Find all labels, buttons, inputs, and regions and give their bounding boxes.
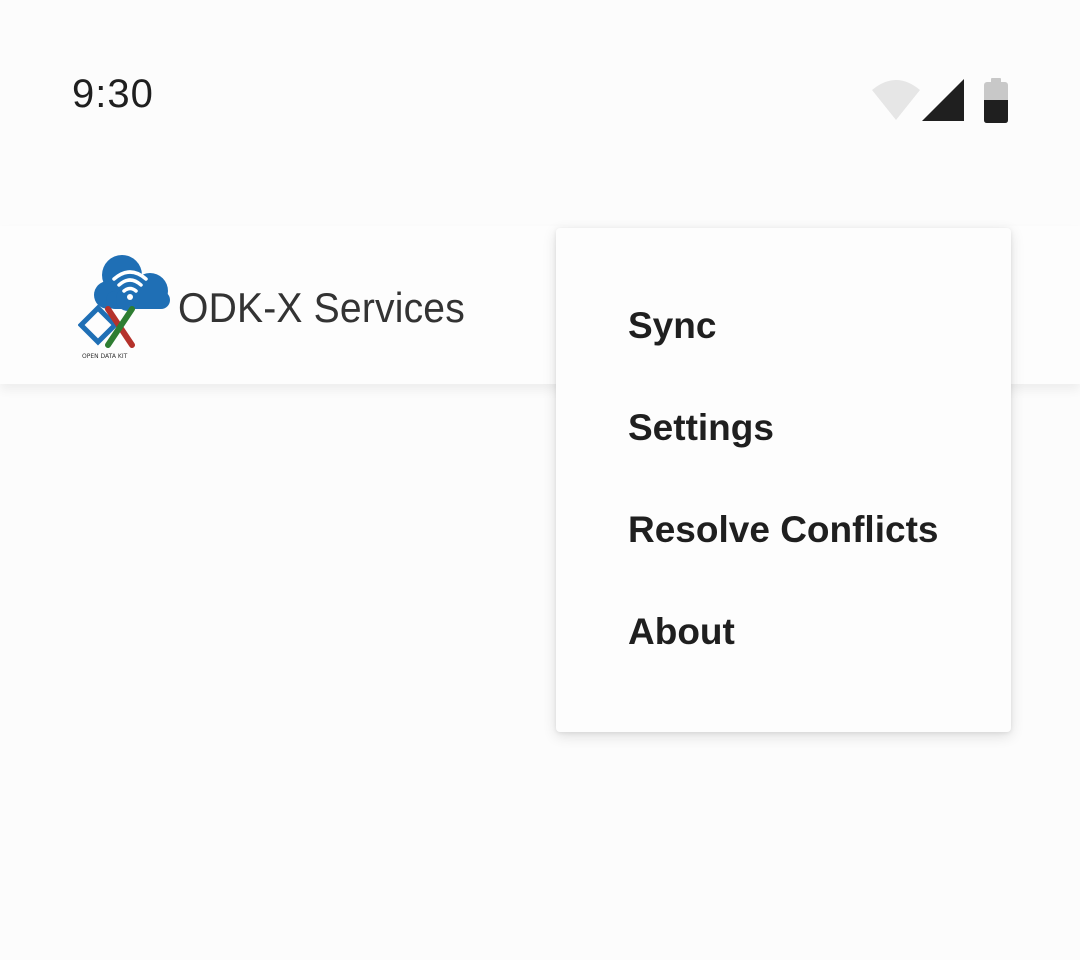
menu-item-settings[interactable]: Settings xyxy=(556,377,1011,479)
battery-icon xyxy=(984,78,1008,123)
status-bar: 9:30 xyxy=(0,0,1080,190)
status-icons xyxy=(870,78,1010,124)
app-title: ODK-X Services xyxy=(178,284,465,331)
menu-item-resolve-conflicts[interactable]: Resolve Conflicts xyxy=(556,479,1011,581)
odk-x-logo-icon: OPEN DATA KIT xyxy=(78,255,170,360)
wifi-icon xyxy=(872,80,920,120)
cell-signal-icon xyxy=(922,79,964,121)
menu-item-about[interactable]: About xyxy=(556,581,1011,683)
overflow-menu: Sync Settings Resolve Conflicts About xyxy=(556,228,1011,732)
menu-item-sync[interactable]: Sync xyxy=(556,275,1011,377)
status-time: 9:30 xyxy=(72,72,154,116)
logo-caption: OPEN DATA KIT xyxy=(82,353,128,360)
